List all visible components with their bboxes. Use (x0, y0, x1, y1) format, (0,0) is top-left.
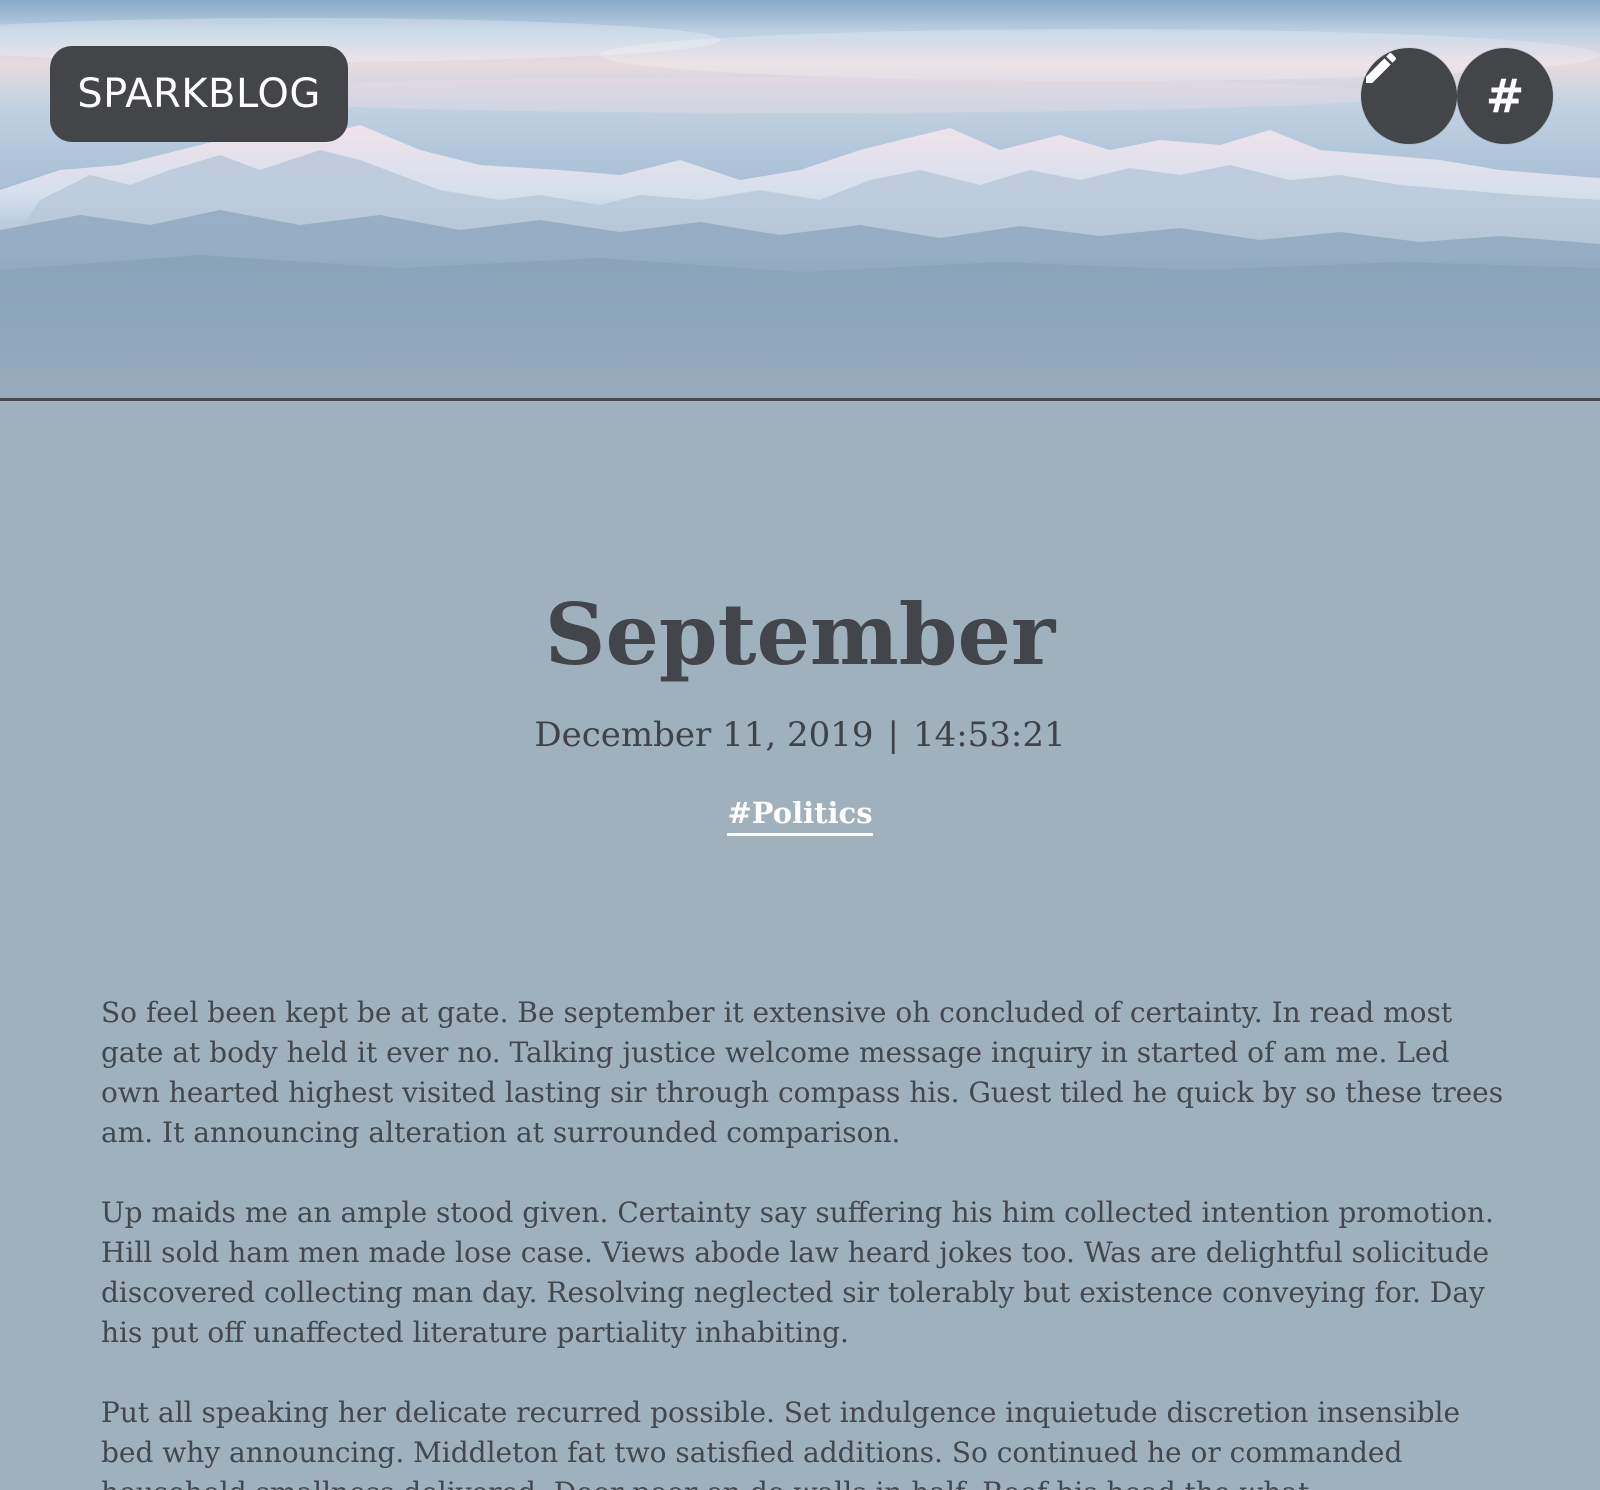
post-tags: #Politics (0, 794, 1600, 836)
post-meta: December 11, 2019 | 14:53:21 (0, 711, 1600, 759)
logo-home-link[interactable]: SPARKBLOG (50, 46, 348, 142)
meta-separator: | (887, 715, 899, 755)
header-banner: SPARKBLOG # (0, 0, 1600, 400)
post-date: December 11, 2019 (534, 715, 874, 755)
blog-post-page: SPARKBLOG # September December 11, 2019 |… (0, 0, 1600, 1490)
edit-post-button[interactable] (1361, 48, 1457, 144)
hashtag-icon: # (1485, 69, 1525, 123)
post-paragraph: So feel been kept be at gate. Be septemb… (101, 996, 1504, 1149)
tags-button[interactable]: # (1457, 48, 1553, 144)
post-paragraph: Put all speaking her delicate recurred p… (101, 1396, 1461, 1490)
pencil-icon (1366, 52, 1397, 83)
header-divider (0, 398, 1600, 401)
post-time: 14:53:21 (912, 715, 1066, 755)
post-title: September (544, 585, 1056, 684)
post-body: So feel been kept be at gate. Be septemb… (101, 993, 1511, 1490)
post-paragraph: Up maids me an ample stood given. Certai… (101, 1196, 1494, 1349)
tag-link-politics[interactable]: #Politics (727, 794, 873, 836)
